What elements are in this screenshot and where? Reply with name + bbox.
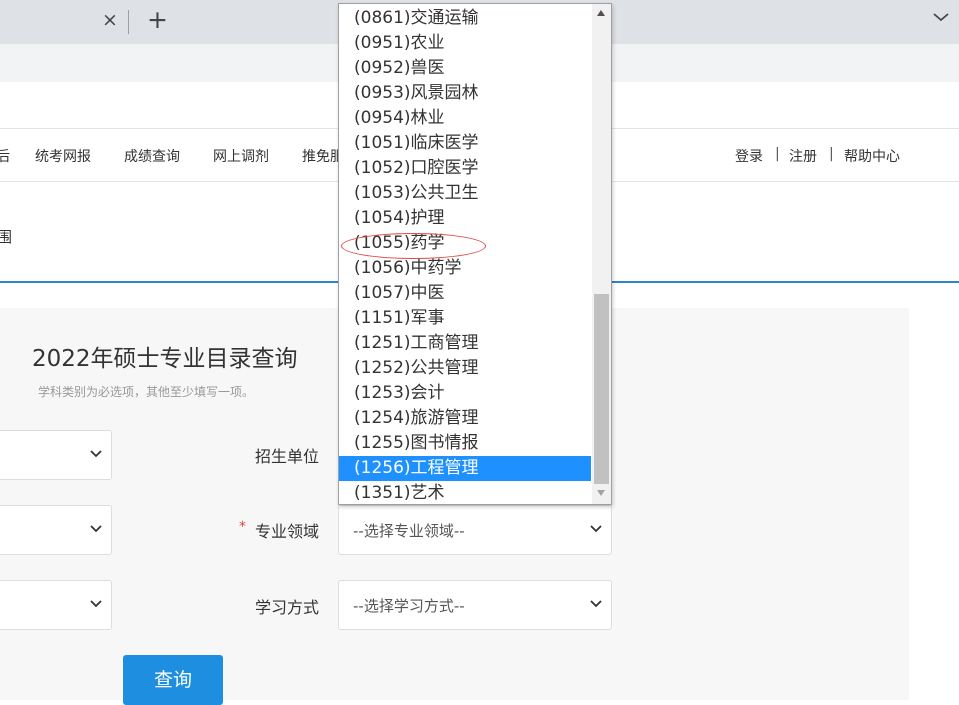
dropdown-option[interactable]: (1252)公共管理: [339, 356, 591, 381]
form-hint: 学科类别为必选项，其他至少填写一项。: [38, 385, 255, 399]
dropdown-option[interactable]: (0952)兽医: [339, 56, 591, 81]
subject-select[interactable]: [0, 505, 112, 555]
scroll-down-arrow-icon[interactable]: [597, 490, 605, 496]
search-button[interactable]: 查询: [123, 655, 223, 705]
new-tab-icon[interactable]: +: [147, 5, 168, 34]
dropdown-scrollbar[interactable]: [592, 4, 611, 504]
chevron-down-icon: [590, 525, 602, 533]
field-label: 专业领域: [255, 522, 320, 541]
study-mode-label: 学习方式: [255, 598, 320, 617]
dropdown-option[interactable]: (1253)会计: [339, 381, 591, 406]
dropdown-option[interactable]: (0861)交通运输: [339, 6, 591, 31]
professional-field-value: --选择专业领域--: [353, 522, 465, 540]
dropdown-option[interactable]: (1254)旅游管理: [339, 406, 591, 431]
register-link[interactable]: 注册: [789, 146, 817, 166]
chevron-down-icon: [90, 525, 102, 533]
dropdown-option[interactable]: (1351)艺术: [339, 481, 591, 504]
login-link[interactable]: 登录: [735, 146, 763, 166]
nav-item-unified-registration[interactable]: 统考网报: [35, 146, 91, 166]
dropdown-option[interactable]: (1052)口腔医学: [339, 156, 591, 181]
breadcrumb-fragment: 围: [0, 228, 13, 246]
annotation-circle: [341, 233, 486, 259]
nav-item-partial[interactable]: 后: [0, 146, 10, 166]
chevron-down-icon: [90, 600, 102, 608]
institution-label: 招生单位: [255, 447, 320, 466]
dropdown-option[interactable]: (0954)林业: [339, 106, 591, 131]
dropdown-option[interactable]: (1251)工商管理: [339, 331, 591, 356]
chevron-down-icon: [590, 600, 602, 608]
nav-separator: |: [829, 146, 834, 162]
page-title: 2022年硕士专业目录查询: [32, 346, 298, 372]
nav-item-score-query[interactable]: 成绩查询: [124, 146, 180, 166]
dropdown-option-highlighted[interactable]: (1256)工程管理: [339, 456, 591, 481]
dropdown-option[interactable]: (0951)农业: [339, 31, 591, 56]
tab-close-icon[interactable]: ×: [102, 9, 118, 31]
major-select[interactable]: [0, 580, 112, 630]
chevron-down-icon: [90, 450, 102, 458]
dropdown-option[interactable]: (0953)风景园林: [339, 81, 591, 106]
nav-separator: |: [775, 146, 780, 162]
discipline-category-select[interactable]: [0, 430, 112, 480]
dropdown-option[interactable]: (1255)图书情报: [339, 431, 591, 456]
nav-item-online-adjustment[interactable]: 网上调剂: [213, 146, 269, 166]
study-mode-select[interactable]: --选择学习方式--: [338, 580, 612, 630]
tab-list-chevron-icon[interactable]: [932, 7, 950, 27]
dropdown-option[interactable]: (1057)中医: [339, 281, 591, 306]
dropdown-option[interactable]: (1054)护理: [339, 206, 591, 231]
professional-field-select[interactable]: --选择专业领域--: [338, 505, 612, 555]
scrollbar-thumb[interactable]: [594, 294, 609, 484]
scroll-up-arrow-icon[interactable]: [597, 10, 605, 16]
dropdown-option[interactable]: (1151)军事: [339, 306, 591, 331]
dropdown-option[interactable]: (1053)公共卫生: [339, 181, 591, 206]
help-center-link[interactable]: 帮助中心: [844, 146, 900, 166]
tab-divider: [128, 10, 129, 34]
required-marker: *: [239, 519, 246, 535]
dropdown-option[interactable]: (1056)中药学: [339, 256, 591, 281]
dropdown-option[interactable]: (1051)临床医学: [339, 131, 591, 156]
study-mode-value: --选择学习方式--: [353, 597, 465, 615]
